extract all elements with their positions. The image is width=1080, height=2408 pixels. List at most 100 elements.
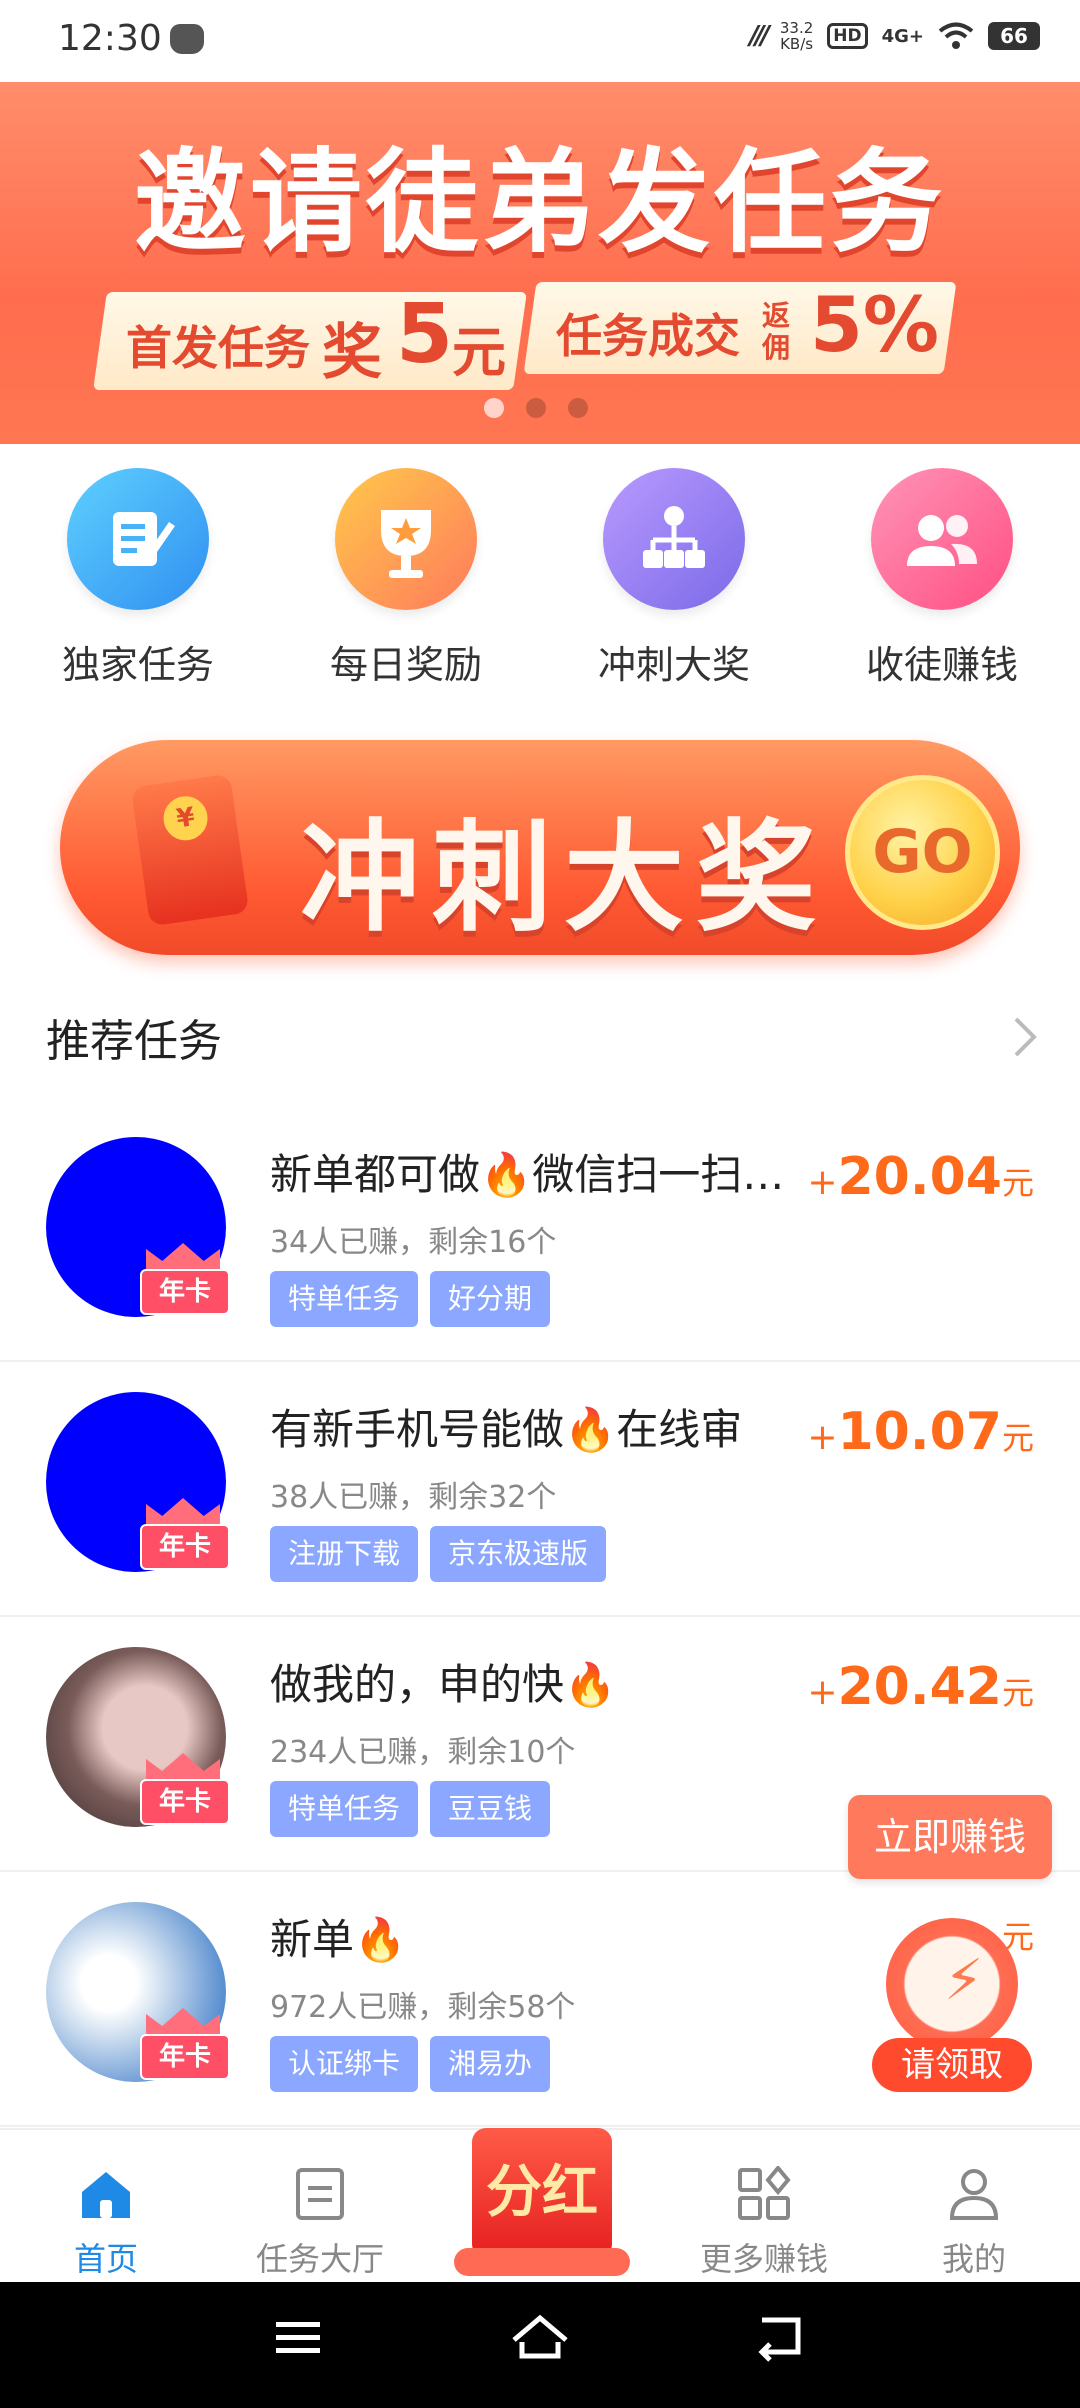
app-notification-icon (170, 24, 204, 54)
task-tag: 湘易办 (430, 2036, 551, 2092)
nfc-icon: /// (749, 21, 769, 51)
task-meta: 34人已赚，剩余16个 (270, 1225, 557, 1260)
nav-label: 首页 (73, 2240, 138, 2278)
task-title: 新单🔥 (270, 1915, 407, 1964)
invite-banner[interactable]: 邀请徒弟发任务 首发任务 奖 5 元 任务成交 返佣 5% (0, 82, 1080, 444)
task-tag: 注册下载 (270, 1526, 419, 1582)
pagination-dot (484, 398, 504, 418)
task-reward: +10.07元 (807, 1402, 1034, 1462)
task-title: 做我的，申的快🔥 (270, 1660, 617, 1709)
pagination-dot (526, 398, 546, 418)
trophy-icon (335, 468, 477, 610)
banner-pagination (484, 398, 588, 418)
quick-item-recruit-earn[interactable]: 收徒赚钱 (832, 468, 1052, 689)
task-tags: 注册下载 京东极速版 (270, 1526, 607, 1582)
task-meta: 234人已赚，剩余10个 (270, 1735, 576, 1770)
users-icon (871, 468, 1013, 610)
system-navigation-bar (0, 2282, 1080, 2408)
reward-unit: 元 (1001, 1164, 1034, 1202)
dividend-label: 分红 (472, 2128, 612, 2258)
hierarchy-icon (603, 468, 745, 610)
banner-reward2-badge: 返佣 (762, 299, 791, 364)
quick-item-rush-prize[interactable]: 冲刺大奖 (564, 468, 784, 689)
badge-label: 年卡 (140, 1269, 230, 1315)
network-speed-value: 33.2 (779, 19, 814, 37)
task-tags: 特单任务 豆豆钱 (270, 1781, 551, 1837)
task-tag: 好分期 (430, 1271, 551, 1327)
home-button-icon[interactable] (508, 2312, 572, 2364)
banner-reward1-unit: 元 (452, 321, 506, 384)
task-reward: +20.04元 (807, 1147, 1034, 1207)
claim-reward-widget[interactable]: ⚡ 请领取 (872, 1918, 1032, 2098)
section-title: 推荐任务 (46, 1016, 222, 1067)
dividend-button[interactable]: 分红 (454, 2098, 630, 2276)
reward-unit: 元 (1001, 1419, 1034, 1457)
reward-amount: 10.07 (837, 1402, 1002, 1462)
task-tag: 特单任务 (270, 1271, 419, 1327)
edit-icon (67, 468, 209, 610)
reward-amount: 20.04 (837, 1147, 1002, 1207)
task-item[interactable]: 年卡 新单都可做🔥微信扫一扫… 34人已赚，剩余16个 特单任务 好分期 +20… (0, 1105, 1080, 1362)
banner-reward1-prefix: 首发任务 (126, 321, 310, 375)
battery-icon: 66 (988, 22, 1040, 50)
go-button[interactable]: GO (845, 775, 1000, 930)
back-icon[interactable] (754, 2312, 806, 2364)
reward-sign: + (807, 1162, 838, 1203)
task-tags: 特单任务 好分期 (270, 1271, 551, 1327)
quick-item-label: 收徒赚钱 (865, 643, 1018, 687)
quick-item-exclusive-tasks[interactable]: 独家任务 (28, 468, 248, 689)
pagination-dot (568, 398, 588, 418)
reward-amount: 20.42 (837, 1657, 1002, 1717)
rush-banner-text: 冲刺大奖 (300, 809, 828, 948)
task-tag: 认证绑卡 (270, 2036, 419, 2092)
status-time: 12:30 (58, 18, 162, 59)
banner-reward1-amount: 5 (396, 287, 454, 382)
reward-sign: + (807, 1672, 838, 1713)
task-title: 有新手机号能做🔥在线审 (270, 1405, 743, 1454)
quick-entry-grid: 独家任务 每日奖励 冲刺大奖 收徒赚钱 (0, 468, 1080, 698)
chevron-right-icon[interactable] (1010, 1015, 1040, 1059)
quick-item-label: 冲刺大奖 (597, 643, 750, 687)
task-tag: 豆豆钱 (430, 1781, 551, 1837)
vip-crown-badge: 年卡 (140, 2008, 230, 2080)
banner-title: 邀请徒弟发任务 (134, 138, 946, 268)
recommended-tasks-header[interactable]: 推荐任务 (46, 1005, 1040, 1075)
rush-prize-banner[interactable]: ¥ 冲刺大奖 GO (60, 740, 1020, 955)
earn-now-button[interactable]: 立即赚钱 (848, 1795, 1052, 1879)
signal-icon: 4G+ (881, 25, 924, 47)
quick-item-label: 独家任务 (61, 643, 214, 687)
coin-icon: ¥ (160, 793, 211, 844)
task-meta: 38人已赚，剩余32个 (270, 1480, 557, 1515)
nav-home[interactable]: 首页 (16, 2130, 196, 2280)
task-tag: 京东极速版 (430, 1526, 607, 1582)
nav-task-hall[interactable]: 任务大厅 (230, 2130, 410, 2280)
red-packet-icon: ¥ (130, 773, 250, 927)
task-item[interactable]: 年卡 有新手机号能做🔥在线审 38人已赚，剩余32个 注册下载 京东极速版 +1… (0, 1360, 1080, 1617)
hd-icon: HD (827, 23, 868, 49)
reward-unit: 元 (1001, 1674, 1034, 1712)
menu-icon[interactable] (272, 2312, 324, 2364)
task-tag: 特单任务 (270, 1781, 419, 1837)
status-bar: 12:30 /// 33.2 KB/s HD 4G+ 66 (0, 0, 1080, 82)
task-title: 新单都可做🔥微信扫一扫… (270, 1150, 785, 1199)
vip-crown-badge: 年卡 (140, 1498, 230, 1570)
nav-more-earning[interactable]: 更多赚钱 (674, 2130, 854, 2280)
nav-label: 我的 (941, 2240, 1006, 2278)
banner-reward2-prefix: 任务成交 (556, 309, 740, 363)
network-speed: 33.2 KB/s (780, 20, 813, 52)
dividend-base (454, 2248, 630, 2276)
home-icon (78, 2166, 134, 2222)
wifi-icon (938, 22, 974, 49)
network-speed-unit: KB/s (780, 35, 814, 53)
user-icon (946, 2166, 1002, 2222)
reward-sign: + (807, 1417, 838, 1458)
quick-item-daily-reward[interactable]: 每日奖励 (296, 468, 516, 689)
badge-label: 年卡 (140, 2034, 230, 2080)
claim-button[interactable]: 请领取 (872, 2038, 1032, 2092)
nav-mine[interactable]: 我的 (884, 2130, 1064, 2280)
task-meta: 972人已赚，剩余58个 (270, 1990, 576, 2025)
vip-crown-badge: 年卡 (140, 1753, 230, 1825)
badge-label: 年卡 (140, 1524, 230, 1570)
nav-label: 更多赚钱 (699, 2240, 828, 2278)
banner-reward2-amount: 5% (810, 280, 940, 369)
